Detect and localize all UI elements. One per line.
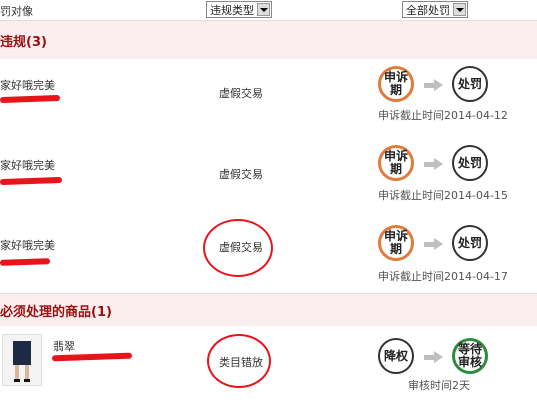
appeal-deadline: 申诉截止时间2014-04-17 xyxy=(378,270,508,283)
step-label: 申诉期 xyxy=(383,70,408,97)
appeal-deadline: 申诉截止时间2014-04-15 xyxy=(378,189,508,202)
redaction-scribble xyxy=(0,94,61,104)
chevron-down-icon xyxy=(257,3,270,16)
appeal-deadline: 申诉截止时间2014-04-12 xyxy=(378,109,508,122)
user-name: 家好哦完美 xyxy=(0,239,55,252)
arrow-right-icon xyxy=(424,238,444,250)
violation-type-select-value: 违规类型 xyxy=(210,4,254,17)
section-title: 违规(3) xyxy=(0,35,47,50)
step-label: 处罚 xyxy=(457,76,482,91)
violation-type: 虚假交易 xyxy=(219,168,263,181)
penalty-select-value: 全部处罚 xyxy=(406,4,450,17)
table-row: 家好哦完美 虚假交易 申诉期 处罚 申诉截止时间2014-04-15 xyxy=(0,139,537,218)
arrow-right-icon xyxy=(424,79,444,91)
pending-review-step: 等待审核 xyxy=(452,338,488,374)
step-label: 处罚 xyxy=(457,235,482,250)
redaction-scribble xyxy=(0,176,63,186)
arrow-right-icon xyxy=(424,351,444,363)
column-label-target: 罚对像 xyxy=(0,5,33,18)
redaction-scribble xyxy=(0,258,51,266)
step-label: 降权 xyxy=(383,348,408,363)
penalty-step: 处罚 xyxy=(452,66,488,102)
product-thumbnail[interactable] xyxy=(2,334,42,386)
table-row: 家好哦完美 虚假交易 申诉期 处罚 申诉截止时间2014-04-17 xyxy=(0,217,537,294)
user-name: 家好哦完美 xyxy=(0,159,55,172)
appeal-period-step: 申诉期 xyxy=(378,225,414,261)
penalty-step: 处罚 xyxy=(452,225,488,261)
product-title[interactable]: 翡翠 xyxy=(53,338,75,354)
section-title: 必须处理的商品(1) xyxy=(0,305,112,320)
appeal-period-step: 申诉期 xyxy=(378,66,414,102)
violation-type: 虚假交易 xyxy=(219,87,263,100)
step-label: 处罚 xyxy=(457,155,482,170)
demotion-step: 降权 xyxy=(378,338,414,374)
violations-section-header: 违规(3) xyxy=(0,20,537,60)
products-section-header: 必须处理的商品(1) xyxy=(0,293,537,327)
violation-type-select[interactable]: 违规类型 xyxy=(206,1,272,18)
table-row: 翡翠 类目错放 降权 等待审核 审核时间2天 xyxy=(0,326,537,400)
step-label: 申诉期 xyxy=(383,229,408,256)
arrow-right-icon xyxy=(424,158,444,170)
violation-type: 虚假交易 xyxy=(219,241,263,254)
step-label: 等待审核 xyxy=(457,342,482,369)
penalty-select[interactable]: 全部处罚 xyxy=(402,1,468,18)
user-name: 家好哦完美 xyxy=(0,79,55,92)
appeal-period-step: 申诉期 xyxy=(378,145,414,181)
step-label: 申诉期 xyxy=(383,149,408,176)
violation-type: 类目错放 xyxy=(219,356,263,369)
filter-header: 罚对像 违规类型 全部处罚 xyxy=(0,0,537,21)
review-duration: 审核时间2天 xyxy=(408,379,470,392)
chevron-down-icon xyxy=(453,3,466,16)
table-row: 家好哦完美 虚假交易 申诉期 处罚 申诉截止时间2014-04-12 xyxy=(0,59,537,140)
penalty-step: 处罚 xyxy=(452,145,488,181)
